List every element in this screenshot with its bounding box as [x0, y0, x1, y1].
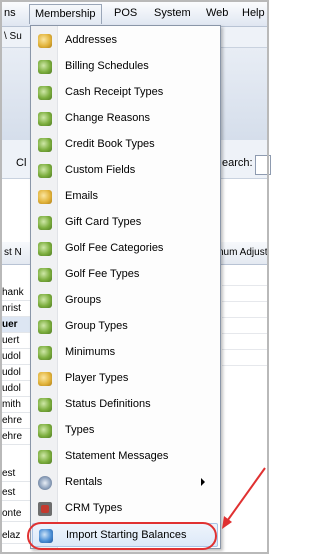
annotation-arrow-icon	[222, 467, 266, 529]
